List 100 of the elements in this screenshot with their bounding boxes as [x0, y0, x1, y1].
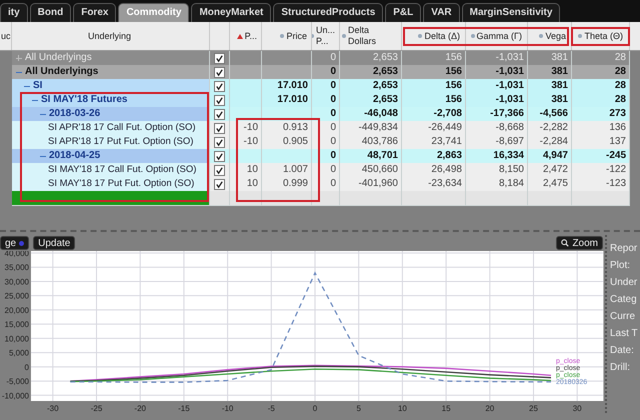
row-label: SI MAY'18 Futures — [41, 93, 128, 107]
checkbox[interactable] — [214, 150, 225, 162]
table-cell: 2,475 — [528, 177, 572, 192]
table-cell: -23,634 — [402, 177, 466, 192]
row-label: SI APR'18 17 Put Fut. Option (SO) — [48, 135, 194, 149]
table-cell: 381 — [528, 79, 572, 94]
checkbox[interactable] — [214, 108, 225, 120]
header-label: P... — [244, 30, 257, 42]
table-cell: 0.913 — [262, 121, 312, 136]
column-header[interactable]: Un... P... — [312, 22, 340, 50]
field-label: Plot: — [610, 260, 632, 271]
row-label: All Underlyings — [25, 51, 92, 65]
table-cell: -1,031 — [466, 65, 528, 80]
tab[interactable]: ity — [0, 3, 28, 22]
table-cell — [262, 65, 312, 80]
checkbox[interactable] — [214, 66, 225, 78]
field-label: Repor — [610, 243, 638, 254]
table-cell: 273 — [572, 107, 630, 122]
checkbox[interactable] — [214, 122, 225, 134]
checkbox[interactable] — [214, 80, 225, 92]
tree-cell[interactable]: SI MAY'18 17 Call Fut. Option (SO) — [12, 163, 210, 178]
header-label: Delta Dollars — [348, 25, 378, 47]
checkbox[interactable] — [214, 136, 225, 148]
table-cell: -1,031 — [466, 93, 528, 108]
axis-label: -10 — [222, 404, 234, 413]
table-cell: -1,031 — [466, 51, 528, 66]
table-cell: -46,048 — [340, 107, 402, 122]
table-cell: 28 — [572, 51, 630, 66]
column-header[interactable]: Delta Dollars — [340, 22, 402, 50]
table-cell: 2,653 — [340, 93, 402, 108]
column-header[interactable]: Underlying — [12, 22, 210, 50]
header-label: Vega — [545, 30, 566, 42]
zoom-button[interactable]: Zoom — [556, 236, 603, 250]
table-cell: 2,653 — [340, 79, 402, 94]
toolbar-button[interactable]: ge — [0, 236, 30, 250]
table-cell: -17,366 — [466, 107, 528, 122]
column-header[interactable]: P... — [230, 22, 262, 50]
table-cell — [572, 191, 630, 206]
axis-label: 15 — [442, 404, 451, 413]
column-header[interactable]: Delta (Δ) — [402, 22, 466, 50]
tree-cell[interactable]: All Underlyings — [12, 65, 210, 80]
tree-cell[interactable]: SI MAY'18 17 Put Fut. Option (SO) — [12, 177, 210, 192]
table-cell: 2,653 — [340, 51, 402, 66]
table-cell: 156 — [402, 51, 466, 66]
tree-cell[interactable]: 2018-04-25 — [12, 149, 210, 164]
column-header[interactable]: Vega — [528, 22, 572, 50]
axis-label: -30 — [47, 404, 59, 413]
table-cell: 0 — [312, 51, 340, 66]
tab[interactable]: Forex — [73, 3, 116, 22]
field-label: Curre — [610, 311, 636, 322]
header-label: Gamma (Γ) — [476, 30, 522, 42]
axis-label: 10 — [398, 404, 407, 413]
tab[interactable]: StructuredProducts — [273, 3, 384, 22]
row-label: SI MAY'18 17 Put Fut. Option (SO) — [48, 177, 194, 191]
tree-cell[interactable]: SI APR'18 17 Call Fut. Option (SO) — [12, 121, 210, 136]
header-label: Price — [286, 30, 307, 42]
checkbox[interactable] — [214, 164, 225, 176]
column-header[interactable]: Gamma (Γ) — [466, 22, 528, 50]
table-cell: 26,498 — [402, 163, 466, 178]
tree-cell[interactable]: SI APR'18 17 Put Fut. Option (SO) — [12, 135, 210, 150]
tab[interactable]: VAR — [423, 3, 460, 22]
tab[interactable]: MoneyMarket — [191, 3, 272, 22]
column-header[interactable]: uc — [0, 22, 12, 50]
highlight-frame — [571, 27, 630, 46]
header-label: Delta (Δ) — [424, 30, 460, 42]
checkbox[interactable] — [214, 52, 225, 64]
field-label: Last T — [610, 328, 639, 339]
table-cell: 28 — [572, 93, 630, 108]
tab[interactable]: P&L — [385, 3, 422, 22]
table-cell: -8,697 — [466, 135, 528, 150]
checkbox[interactable] — [214, 94, 225, 106]
axis-label: 10,000 — [4, 334, 29, 344]
axis-label: -25 — [90, 404, 102, 413]
table-cell: 381 — [528, 51, 572, 66]
table-cell: 381 — [528, 65, 572, 80]
header-label: Un... P... — [316, 25, 335, 47]
table-cell: 2,863 — [402, 149, 466, 164]
table-cell: -8,668 — [466, 121, 528, 136]
axis-label: 0 — [312, 404, 318, 413]
table-cell — [340, 191, 402, 206]
toolbar-button[interactable]: Update — [33, 236, 76, 250]
table-cell: 48,701 — [340, 149, 402, 164]
table-cell: 16,334 — [466, 149, 528, 164]
checkbox[interactable] — [214, 178, 225, 190]
tree-cell[interactable]: 2018-03-26 — [12, 107, 210, 122]
tab[interactable]: MarginSensitivity — [462, 3, 560, 22]
table-cell: -4,566 — [528, 107, 572, 122]
axis-label: 25 — [529, 404, 538, 413]
table-cell: 156 — [402, 79, 466, 94]
table-cell: 2,472 — [528, 163, 572, 178]
table-cell: -2,708 — [402, 107, 466, 122]
table-cell: 156 — [402, 93, 466, 108]
column-header[interactable]: Theta (Θ) — [572, 22, 630, 50]
table-cell: 28 — [572, 79, 630, 94]
tab[interactable]: Bond — [30, 3, 72, 22]
table-cell: 4,947 — [528, 149, 572, 164]
column-header[interactable]: Price — [262, 22, 312, 50]
table-cell — [262, 51, 312, 66]
row-label: SI MAY'18 17 Call Fut. Option (SO) — [48, 163, 196, 177]
axis-label: 30,000 — [4, 277, 29, 286]
